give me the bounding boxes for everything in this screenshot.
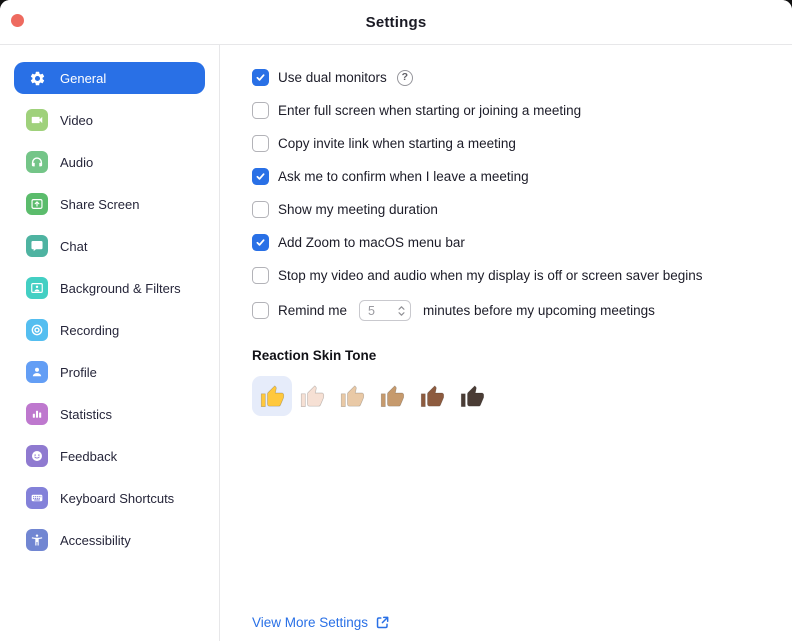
checkbox-row[interactable]: Remind me 5 minutes before my upcoming mee… (252, 300, 768, 321)
checkbox-unchecked[interactable] (252, 201, 269, 218)
sidebar-item-keyboard-shortcuts[interactable]: Keyboard Shortcuts (14, 482, 205, 514)
checkbox-row[interactable]: Stop my video and audio when my display … (252, 267, 768, 284)
checkbox-row[interactable]: Enter full screen when starting or joini… (252, 102, 768, 119)
general-settings-pane: Use dual monitors? Enter full screen when… (220, 45, 792, 641)
window-body: General Video Audio Share Screen Chat Backgro… (0, 45, 792, 641)
share-screen-icon (26, 193, 48, 215)
checkbox-label: Enter full screen when starting or joini… (278, 103, 582, 118)
sidebar-item-recording[interactable]: Recording (14, 314, 205, 346)
chat-bubble-icon (26, 235, 48, 257)
checkbox-label: Stop my video and audio when my display … (278, 268, 703, 283)
checkbox-label: Remind me (278, 303, 348, 318)
checkbox-row[interactable]: Show my meeting duration (252, 201, 768, 218)
person-icon (26, 361, 48, 383)
thumbs-up-icon (460, 384, 484, 407)
gear-icon (26, 67, 48, 89)
checkbox-row[interactable]: Copy invite link when starting a meeting (252, 135, 768, 152)
view-more-settings-label: View More Settings (252, 615, 369, 630)
checkbox-list: Use dual monitors? Enter full screen when… (252, 69, 768, 321)
sidebar-item-label: Video (60, 112, 94, 128)
sidebar-item-label: Accessibility (60, 532, 131, 548)
sidebar-item-label: Keyboard Shortcuts (60, 490, 175, 506)
close-button[interactable] (11, 14, 24, 27)
checkbox-checked[interactable] (252, 234, 269, 251)
skin-tone-row (252, 376, 768, 416)
skin-tone-dark[interactable] (452, 376, 492, 416)
checkbox-unchecked[interactable] (252, 135, 269, 152)
bar-chart-icon (26, 403, 48, 425)
checkbox-unchecked[interactable] (252, 102, 269, 119)
thumbs-up-icon (380, 384, 404, 407)
smiley-icon (26, 445, 48, 467)
skin-tone-medium[interactable] (372, 376, 412, 416)
sidebar-item-label: Share Screen (60, 196, 140, 212)
checkbox-row[interactable]: Use dual monitors? (252, 69, 768, 86)
checkbox-label: Copy invite link when starting a meeting (278, 136, 516, 151)
thumbs-up-icon (260, 384, 284, 407)
sidebar-item-share-screen[interactable]: Share Screen (14, 188, 205, 220)
sidebar-item-label: Audio (60, 154, 94, 170)
view-more-settings-link[interactable]: View More Settings (252, 615, 390, 630)
keyboard-icon (26, 487, 48, 509)
help-icon[interactable]: ? (396, 69, 413, 86)
settings-window: Settings General Video Audio Share Screen Ch… (0, 0, 792, 641)
accessibility-icon (26, 529, 48, 551)
sidebar-item-accessibility[interactable]: Accessibility (14, 524, 205, 556)
sidebar-item-feedback[interactable]: Feedback (14, 440, 205, 472)
window-title: Settings (365, 13, 427, 31)
checkbox-label-suffix: minutes before my upcoming meetings (423, 303, 655, 318)
minutes-stepper-value: 5 (368, 303, 375, 318)
sidebar-item-label: Background & Filters (60, 280, 181, 296)
skin-tone-default[interactable] (252, 376, 292, 416)
thumbs-up-icon (340, 384, 364, 407)
checkbox-checked[interactable] (252, 168, 269, 185)
thumbs-up-icon (420, 384, 444, 407)
person-frame-icon (26, 277, 48, 299)
thumbs-up-icon (300, 384, 324, 407)
checkbox-checked[interactable] (252, 69, 269, 86)
sidebar-item-general[interactable]: General (14, 62, 205, 94)
checkbox-label: Add Zoom to macOS menu bar (278, 235, 465, 250)
checkbox-row[interactable]: Ask me to confirm when I leave a meeting (252, 168, 768, 185)
sidebar-item-label: General (60, 70, 107, 86)
checkbox-label: Ask me to confirm when I leave a meeting (278, 169, 529, 184)
sidebar-item-label: Feedback (60, 448, 118, 464)
sidebar-item-label: Profile (60, 364, 97, 380)
skin-tone-medium-dark[interactable] (412, 376, 452, 416)
sidebar-item-label: Statistics (60, 406, 113, 422)
stepper-arrows-icon[interactable] (397, 304, 406, 318)
sidebar-item-background-filters[interactable]: Background & Filters (14, 272, 205, 304)
checkbox-unchecked[interactable] (252, 267, 269, 284)
reaction-skin-tone-title: Reaction Skin Tone (252, 348, 377, 363)
sidebar-item-chat[interactable]: Chat (14, 230, 205, 262)
sidebar-item-profile[interactable]: Profile (14, 356, 205, 388)
checkbox-label: Use dual monitors (278, 70, 387, 85)
sidebar-item-label: Chat (60, 238, 88, 254)
sidebar-item-label: Recording (60, 322, 120, 338)
skin-tone-light[interactable] (292, 376, 332, 416)
sidebar: General Video Audio Share Screen Chat Backgro… (0, 45, 220, 641)
record-icon (26, 319, 48, 341)
minutes-stepper[interactable]: 5 (359, 300, 412, 321)
sidebar-item-audio[interactable]: Audio (14, 146, 205, 178)
skin-tone-medium-light[interactable] (332, 376, 372, 416)
video-camera-icon (26, 109, 48, 131)
title-bar: Settings (0, 0, 792, 45)
external-link-icon (375, 615, 390, 630)
checkbox-row[interactable]: Add Zoom to macOS menu bar (252, 234, 768, 251)
sidebar-item-video[interactable]: Video (14, 104, 205, 136)
checkbox-label: Show my meeting duration (278, 202, 438, 217)
checkbox-unchecked[interactable] (252, 302, 269, 319)
headphones-icon (26, 151, 48, 173)
sidebar-item-statistics[interactable]: Statistics (14, 398, 205, 430)
